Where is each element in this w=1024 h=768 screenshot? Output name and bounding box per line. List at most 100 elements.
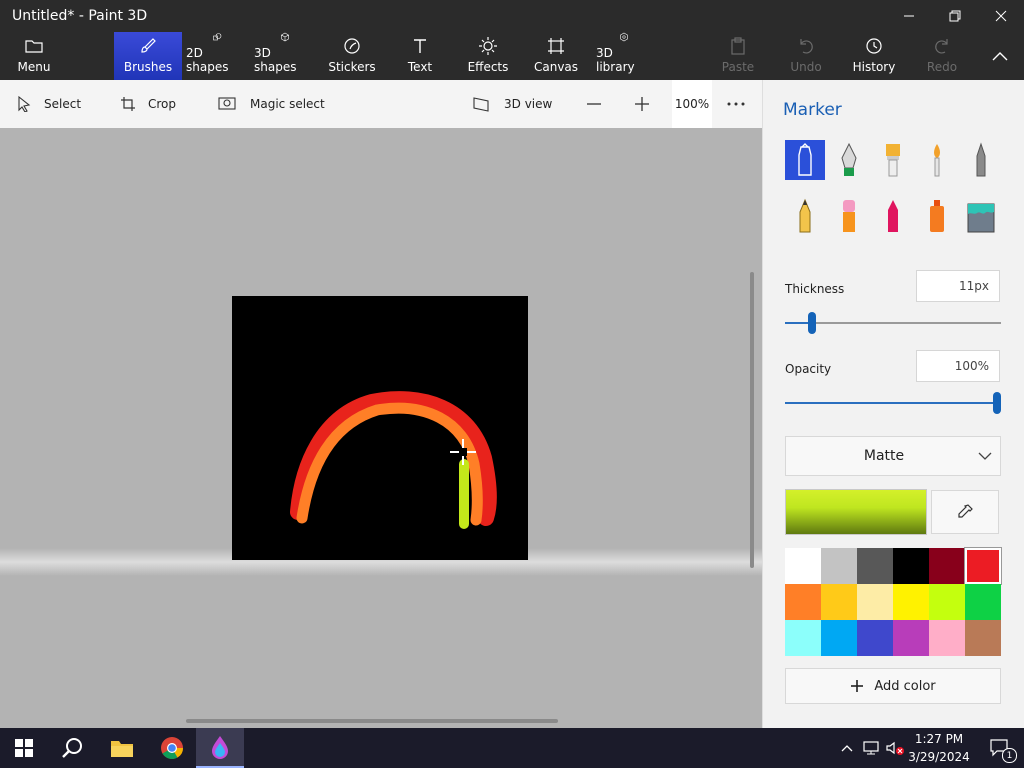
brush-fill[interactable] (961, 196, 1001, 236)
paste-button[interactable]: Paste (718, 32, 758, 80)
color-swatch[interactable] (893, 620, 929, 656)
shapes-2d-icon (213, 33, 222, 41)
color-swatch[interactable] (785, 620, 821, 656)
color-swatch[interactable] (929, 548, 965, 584)
color-swatch[interactable] (893, 548, 929, 584)
finish-dropdown[interactable]: Matte (785, 436, 1001, 476)
color-swatch[interactable] (857, 548, 893, 584)
color-swatch[interactable] (929, 620, 965, 656)
view-3d-button[interactable]: 3D view (472, 80, 552, 128)
minimize-button[interactable] (886, 0, 932, 32)
opacity-label: Opacity (785, 362, 832, 376)
add-color-button[interactable]: Add color (785, 668, 1001, 704)
pen-icon (841, 142, 857, 176)
drawing-canvas[interactable] (232, 296, 528, 560)
windows-logo-icon (15, 739, 33, 757)
thickness-slider-thumb[interactable] (808, 312, 816, 334)
search-icon (62, 738, 82, 758)
color-swatch[interactable] (929, 584, 965, 620)
color-swatch[interactable] (893, 584, 929, 620)
show-hidden-icons-button[interactable] (838, 728, 856, 768)
tab-label: Text (407, 60, 433, 74)
redo-button[interactable]: Redo (922, 32, 962, 80)
canvas-icon (548, 38, 564, 54)
color-swatch[interactable] (965, 620, 1001, 656)
tab-label: Canvas (533, 60, 579, 74)
select-tool[interactable]: Select (16, 80, 81, 128)
brush-watercolor[interactable] (917, 140, 957, 180)
zoom-in-button[interactable] (634, 80, 662, 128)
vertical-scrollbar[interactable] (750, 272, 754, 568)
color-swatch[interactable] (857, 620, 893, 656)
opacity-input[interactable]: 100% (916, 350, 1000, 382)
color-swatch[interactable] (857, 584, 893, 620)
tab-3d-library[interactable]: 3D library (596, 32, 652, 80)
history-label: History (852, 60, 896, 74)
tab-canvas[interactable]: Canvas (534, 32, 578, 80)
current-color-swatch[interactable] (785, 489, 927, 535)
tab-effects[interactable]: Effects (466, 32, 510, 80)
brush-oil[interactable] (873, 140, 913, 180)
zoom-value: 100% (674, 97, 710, 111)
tab-text[interactable]: Text (400, 32, 440, 80)
tab-brushes[interactable]: Brushes (114, 32, 182, 80)
color-swatch[interactable] (785, 548, 821, 584)
tab-3d-shapes[interactable]: 3D shapes (254, 32, 316, 80)
color-swatch[interactable] (785, 584, 821, 620)
clock[interactable]: 1:27 PM 3/29/2024 (904, 730, 974, 766)
brush-pencil[interactable] (785, 196, 825, 236)
menu-label: Menu (17, 60, 51, 74)
color-swatch[interactable] (821, 584, 857, 620)
magic-select-tool[interactable]: Magic select (218, 80, 325, 128)
color-swatch[interactable] (821, 620, 857, 656)
color-swatch[interactable] (821, 548, 857, 584)
brush-crayon[interactable] (873, 196, 913, 236)
ellipsis-icon (727, 102, 745, 106)
tab-stickers[interactable]: Stickers (326, 32, 378, 80)
undo-button[interactable]: Undo (786, 32, 826, 80)
close-button[interactable] (978, 0, 1024, 32)
volume-muted-icon (886, 741, 904, 755)
notifications-button[interactable]: 1 (980, 728, 1020, 768)
opacity-slider-thumb[interactable] (993, 392, 1001, 414)
color-swatch[interactable] (965, 584, 1001, 620)
brush-pixel-pen[interactable] (961, 140, 1001, 180)
tab-label: Stickers (328, 60, 376, 74)
thickness-slider-track[interactable] (785, 322, 1001, 324)
title-bar: Untitled* - Paint 3D (0, 0, 1024, 32)
collapse-ribbon-button[interactable] (984, 32, 1016, 80)
restore-button[interactable] (932, 0, 978, 32)
zoom-level[interactable]: 100% (672, 80, 712, 128)
notification-count: 1 (1002, 748, 1017, 763)
crayon-icon (888, 200, 898, 232)
brush-eraser[interactable] (829, 196, 869, 236)
watercolor-brush-icon (934, 144, 940, 177)
brush-spray-can[interactable] (917, 196, 957, 236)
paint-3d-taskbar-button[interactable] (196, 728, 244, 768)
brush-marker[interactable] (785, 140, 825, 180)
zoom-out-button[interactable] (586, 80, 614, 128)
brush-calligraphy-pen[interactable] (829, 140, 869, 180)
menu-button[interactable]: Menu (8, 32, 60, 80)
chrome-button[interactable] (148, 728, 196, 768)
network-button[interactable] (860, 728, 882, 768)
drawing-strokes (290, 391, 497, 529)
crop-tool[interactable]: Crop (120, 80, 176, 128)
cursor-icon (18, 96, 31, 112)
tab-2d-shapes[interactable]: 2D shapes (186, 32, 248, 80)
color-swatch[interactable] (964, 547, 1002, 585)
eyedropper-icon (958, 504, 973, 518)
more-options-button[interactable] (726, 80, 758, 128)
eyedropper-button[interactable] (931, 490, 999, 534)
thickness-input[interactable]: 11px (916, 270, 1000, 302)
history-button[interactable]: History (850, 32, 898, 80)
start-button[interactable] (0, 728, 48, 768)
search-button[interactable] (48, 728, 96, 768)
history-icon (866, 38, 882, 54)
clipboard-icon (731, 37, 745, 55)
file-explorer-button[interactable] (98, 728, 146, 768)
folder-icon (25, 40, 43, 53)
horizontal-scrollbar[interactable] (186, 719, 558, 723)
volume-button[interactable] (884, 728, 906, 768)
view-3d-label: 3D view (504, 97, 553, 111)
